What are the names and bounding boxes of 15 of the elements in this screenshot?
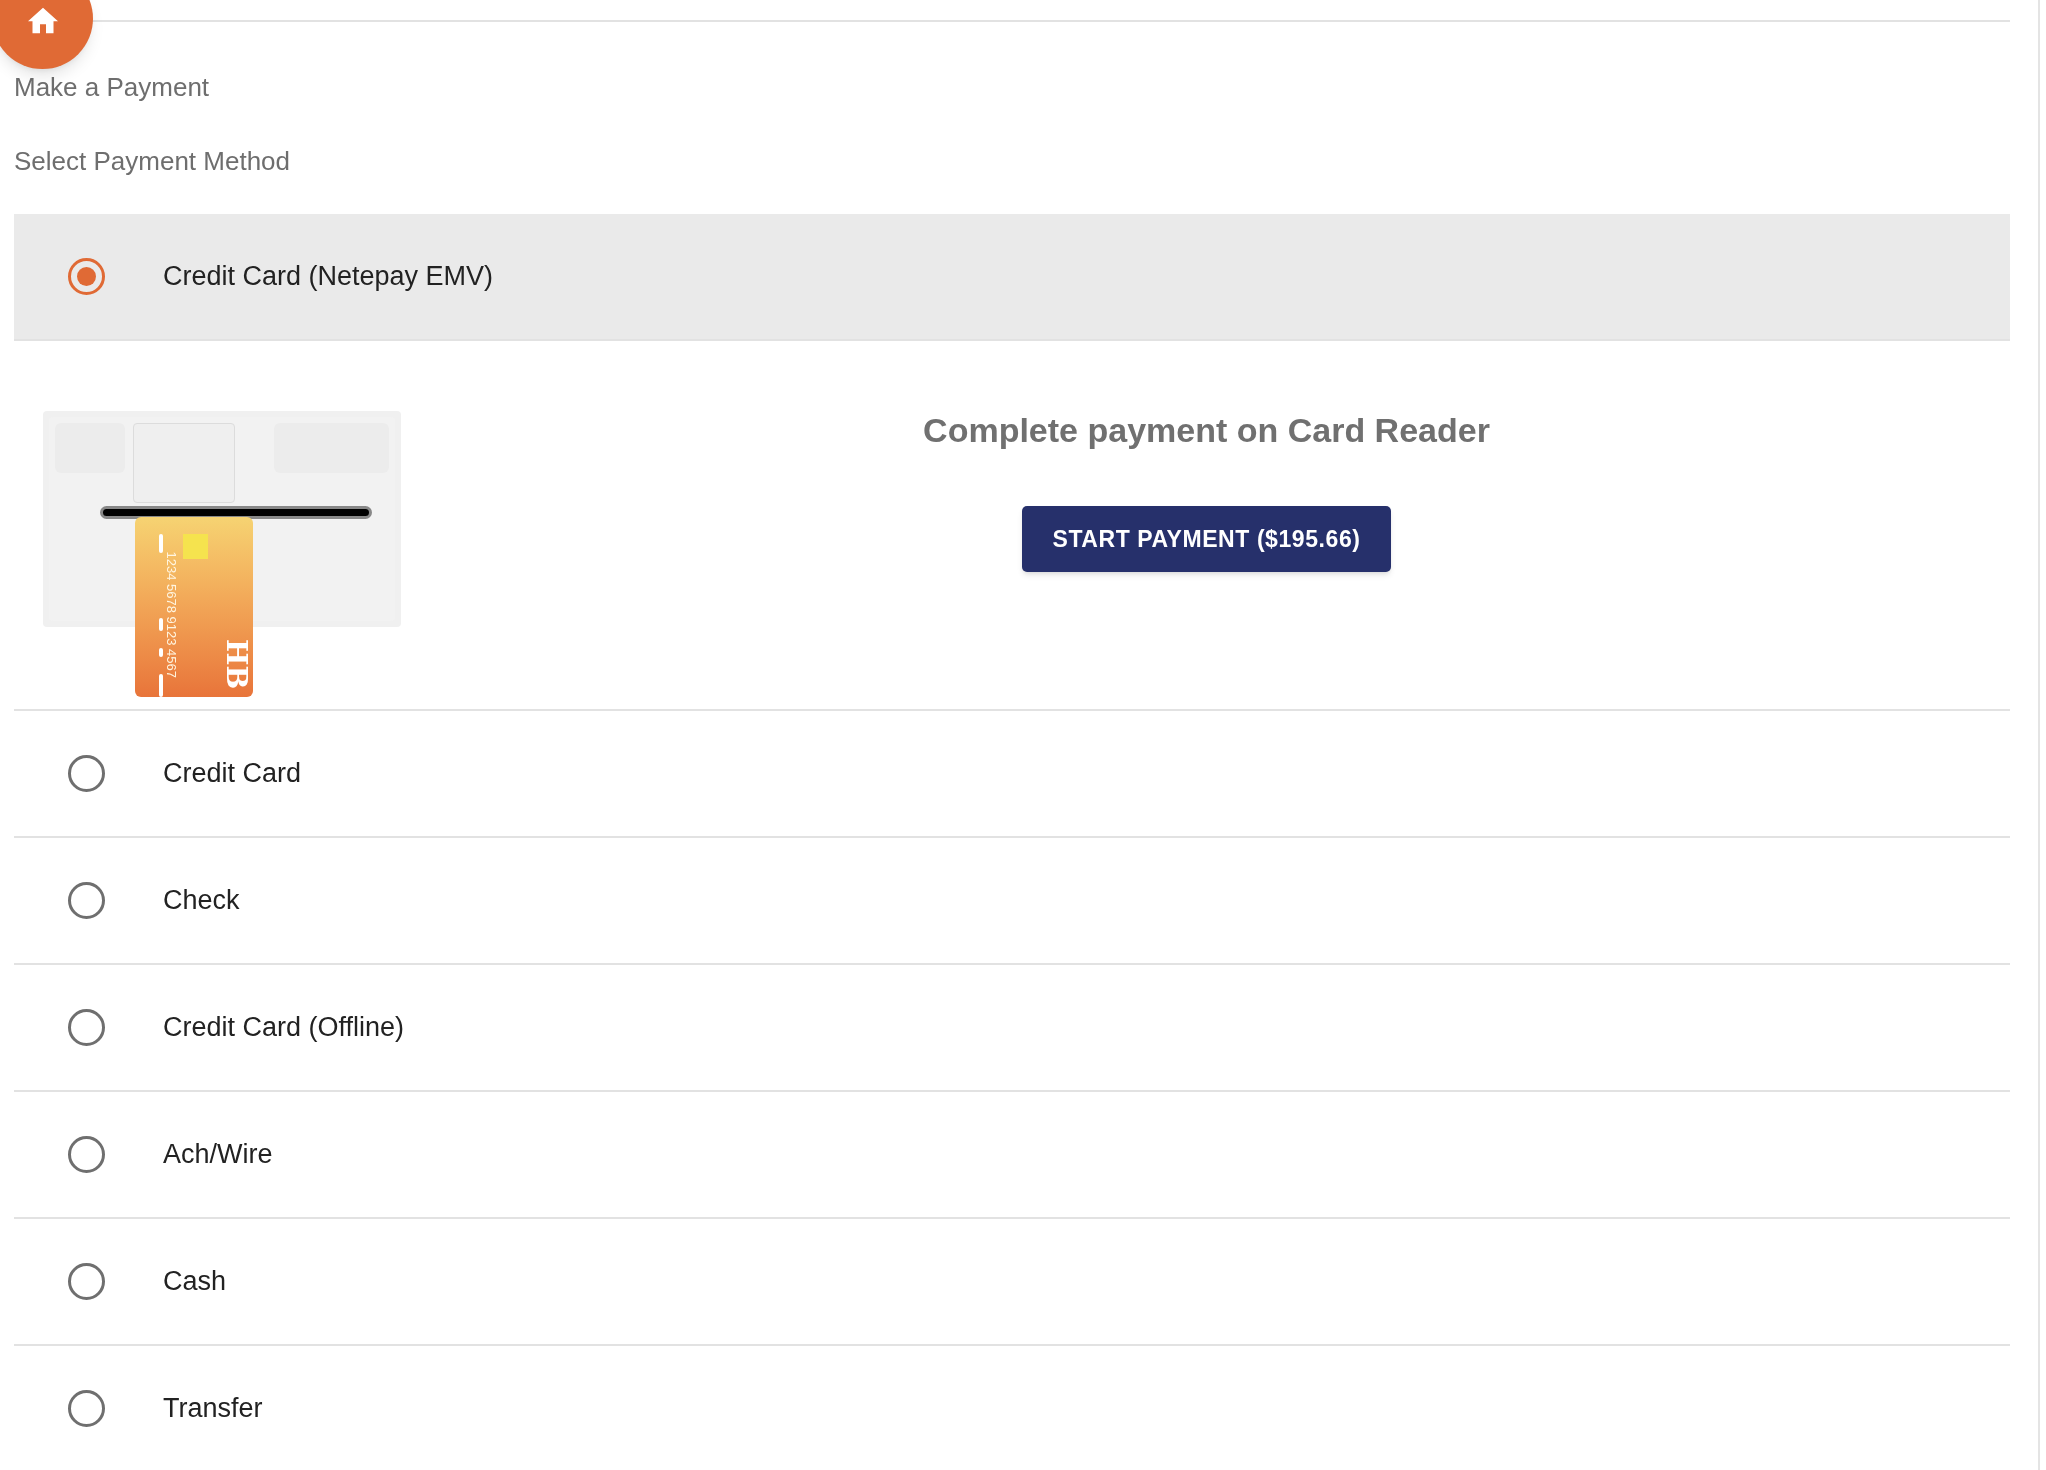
panel-heading: Complete payment on Card Reader xyxy=(923,410,1490,451)
card-number: 1234 5678 9123 4567 xyxy=(162,550,180,680)
page-title: Make a Payment xyxy=(14,72,211,102)
card-logo: HB xyxy=(222,638,251,690)
radio-button[interactable] xyxy=(68,1390,105,1427)
radio-button[interactable] xyxy=(68,1263,105,1300)
radio-button[interactable] xyxy=(68,1136,105,1173)
radio-button[interactable] xyxy=(68,882,105,919)
card-chip xyxy=(183,534,208,559)
radio-button[interactable] xyxy=(68,1009,105,1046)
start-payment-button[interactable]: START PAYMENT ($195.66) xyxy=(1022,506,1391,572)
payment-option[interactable]: Credit Card (Netepay EMV) xyxy=(14,214,2010,341)
section-label: Select Payment Method xyxy=(14,146,292,176)
radio-button[interactable] xyxy=(68,755,105,792)
radio-button[interactable] xyxy=(68,258,105,295)
